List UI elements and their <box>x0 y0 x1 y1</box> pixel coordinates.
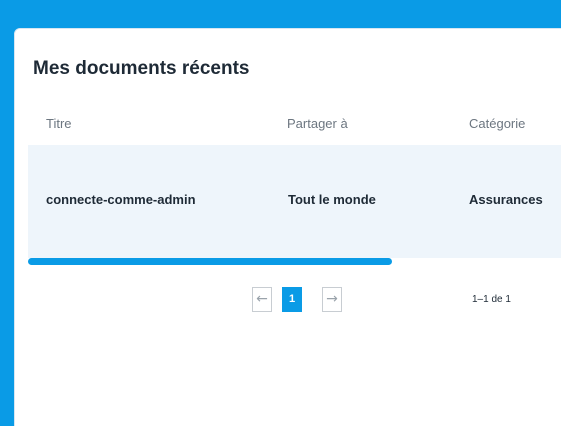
cell-title[interactable]: connecte-comme-admin <box>46 192 196 207</box>
horizontal-scrollbar[interactable] <box>28 258 392 265</box>
card-title: Mes documents récents <box>33 58 250 79</box>
next-page-button[interactable]: → <box>322 287 342 312</box>
column-header-shared-with[interactable]: Partager à <box>287 116 348 131</box>
previous-page-button[interactable]: ← <box>252 287 272 312</box>
page-1-button[interactable]: 1 <box>282 287 302 312</box>
column-header-category[interactable]: Catégorie <box>469 116 525 131</box>
cell-category: Assurances <box>469 192 543 207</box>
pagination-info: 1–1 de 1 <box>472 294 511 305</box>
column-header-title[interactable]: Titre <box>46 116 72 131</box>
arrow-left-icon: ← <box>256 291 268 307</box>
cell-shared-with: Tout le monde <box>288 192 376 207</box>
arrow-right-icon: → <box>326 291 338 307</box>
